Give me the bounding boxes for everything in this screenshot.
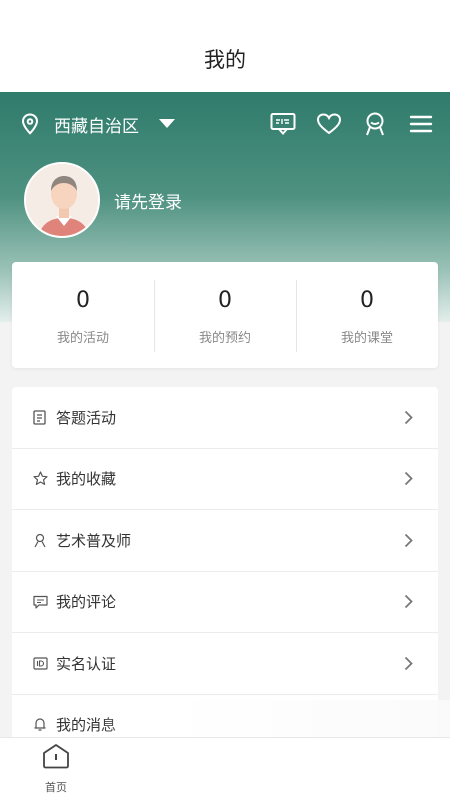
star-icon xyxy=(32,471,48,487)
stat-my-reservations[interactable]: 0 我的预约 xyxy=(154,262,296,368)
menu-list: 答题活动 我的收藏 艺术普及师 我的评论 实名认证 我的消息 xyxy=(12,387,438,747)
login-prompt[interactable]: 请先登录 xyxy=(24,162,182,238)
app-screen: 我的 西藏自治区 请先登录 0 我的活动 0 我的预约 0 我的课堂 答题活动 … xyxy=(0,0,450,800)
location-pin-icon xyxy=(20,113,40,135)
bell-icon xyxy=(32,717,48,733)
chevron-right-icon xyxy=(400,409,416,425)
home-icon xyxy=(41,743,71,773)
chevron-right-icon xyxy=(400,594,416,610)
id-card-icon xyxy=(32,655,48,671)
stat-value: 0 xyxy=(218,288,232,313)
header-toolbar: 西藏自治区 xyxy=(0,104,450,144)
stat-value: 0 xyxy=(360,288,374,313)
menu-item-real-name-verification[interactable]: 实名认证 xyxy=(12,633,438,695)
chevron-right-icon xyxy=(400,655,416,671)
location-selector[interactable]: 西藏自治区 xyxy=(20,104,175,144)
menu-item-art-educator[interactable]: 艺术普及师 xyxy=(12,510,438,572)
avatar xyxy=(24,162,100,238)
menu-item-label: 我的收藏 xyxy=(56,470,117,489)
menu-item-label: 我的消息 xyxy=(56,716,117,735)
stat-value: 0 xyxy=(76,288,90,313)
header-actions xyxy=(270,104,434,144)
menu-item-quiz-activities[interactable]: 答题活动 xyxy=(12,387,438,449)
chevron-right-icon xyxy=(400,471,416,487)
person-icon xyxy=(32,532,48,548)
stat-label: 我的活动 xyxy=(56,331,109,346)
stat-label: 我的预约 xyxy=(198,331,251,346)
page-title: 我的 xyxy=(204,48,246,72)
menu-item-label: 艺术普及师 xyxy=(56,531,132,550)
location-text: 西藏自治区 xyxy=(54,116,139,137)
tab-home[interactable]: 首页 xyxy=(0,738,112,800)
stat-label: 我的课堂 xyxy=(340,331,393,346)
heart-icon[interactable] xyxy=(316,111,342,137)
menu-item-label: 实名认证 xyxy=(56,654,117,673)
quiz-icon xyxy=(32,409,48,425)
menu-item-my-favorites[interactable]: 我的收藏 xyxy=(12,449,438,510)
chat-icon[interactable] xyxy=(270,111,296,137)
chevron-down-icon xyxy=(159,119,175,129)
stats-card: 0 我的活动 0 我的预约 0 我的课堂 xyxy=(12,262,438,368)
menu-item-label: 答题活动 xyxy=(56,408,117,427)
user-badge-icon[interactable] xyxy=(362,111,388,137)
menu-item-my-comments[interactable]: 我的评论 xyxy=(12,572,438,633)
stat-my-classes[interactable]: 0 我的课堂 xyxy=(296,262,438,368)
tab-home-label: 首页 xyxy=(45,781,67,794)
stat-my-activities[interactable]: 0 我的活动 xyxy=(12,262,154,368)
bottom-tab-bar: 首页 xyxy=(0,737,450,800)
login-prompt-text: 请先登录 xyxy=(114,192,182,213)
comment-icon xyxy=(32,594,48,610)
menu-icon[interactable] xyxy=(408,111,434,137)
title-bar: 我的 xyxy=(0,0,450,92)
menu-item-label: 我的评论 xyxy=(56,593,117,612)
chevron-right-icon xyxy=(400,532,416,548)
